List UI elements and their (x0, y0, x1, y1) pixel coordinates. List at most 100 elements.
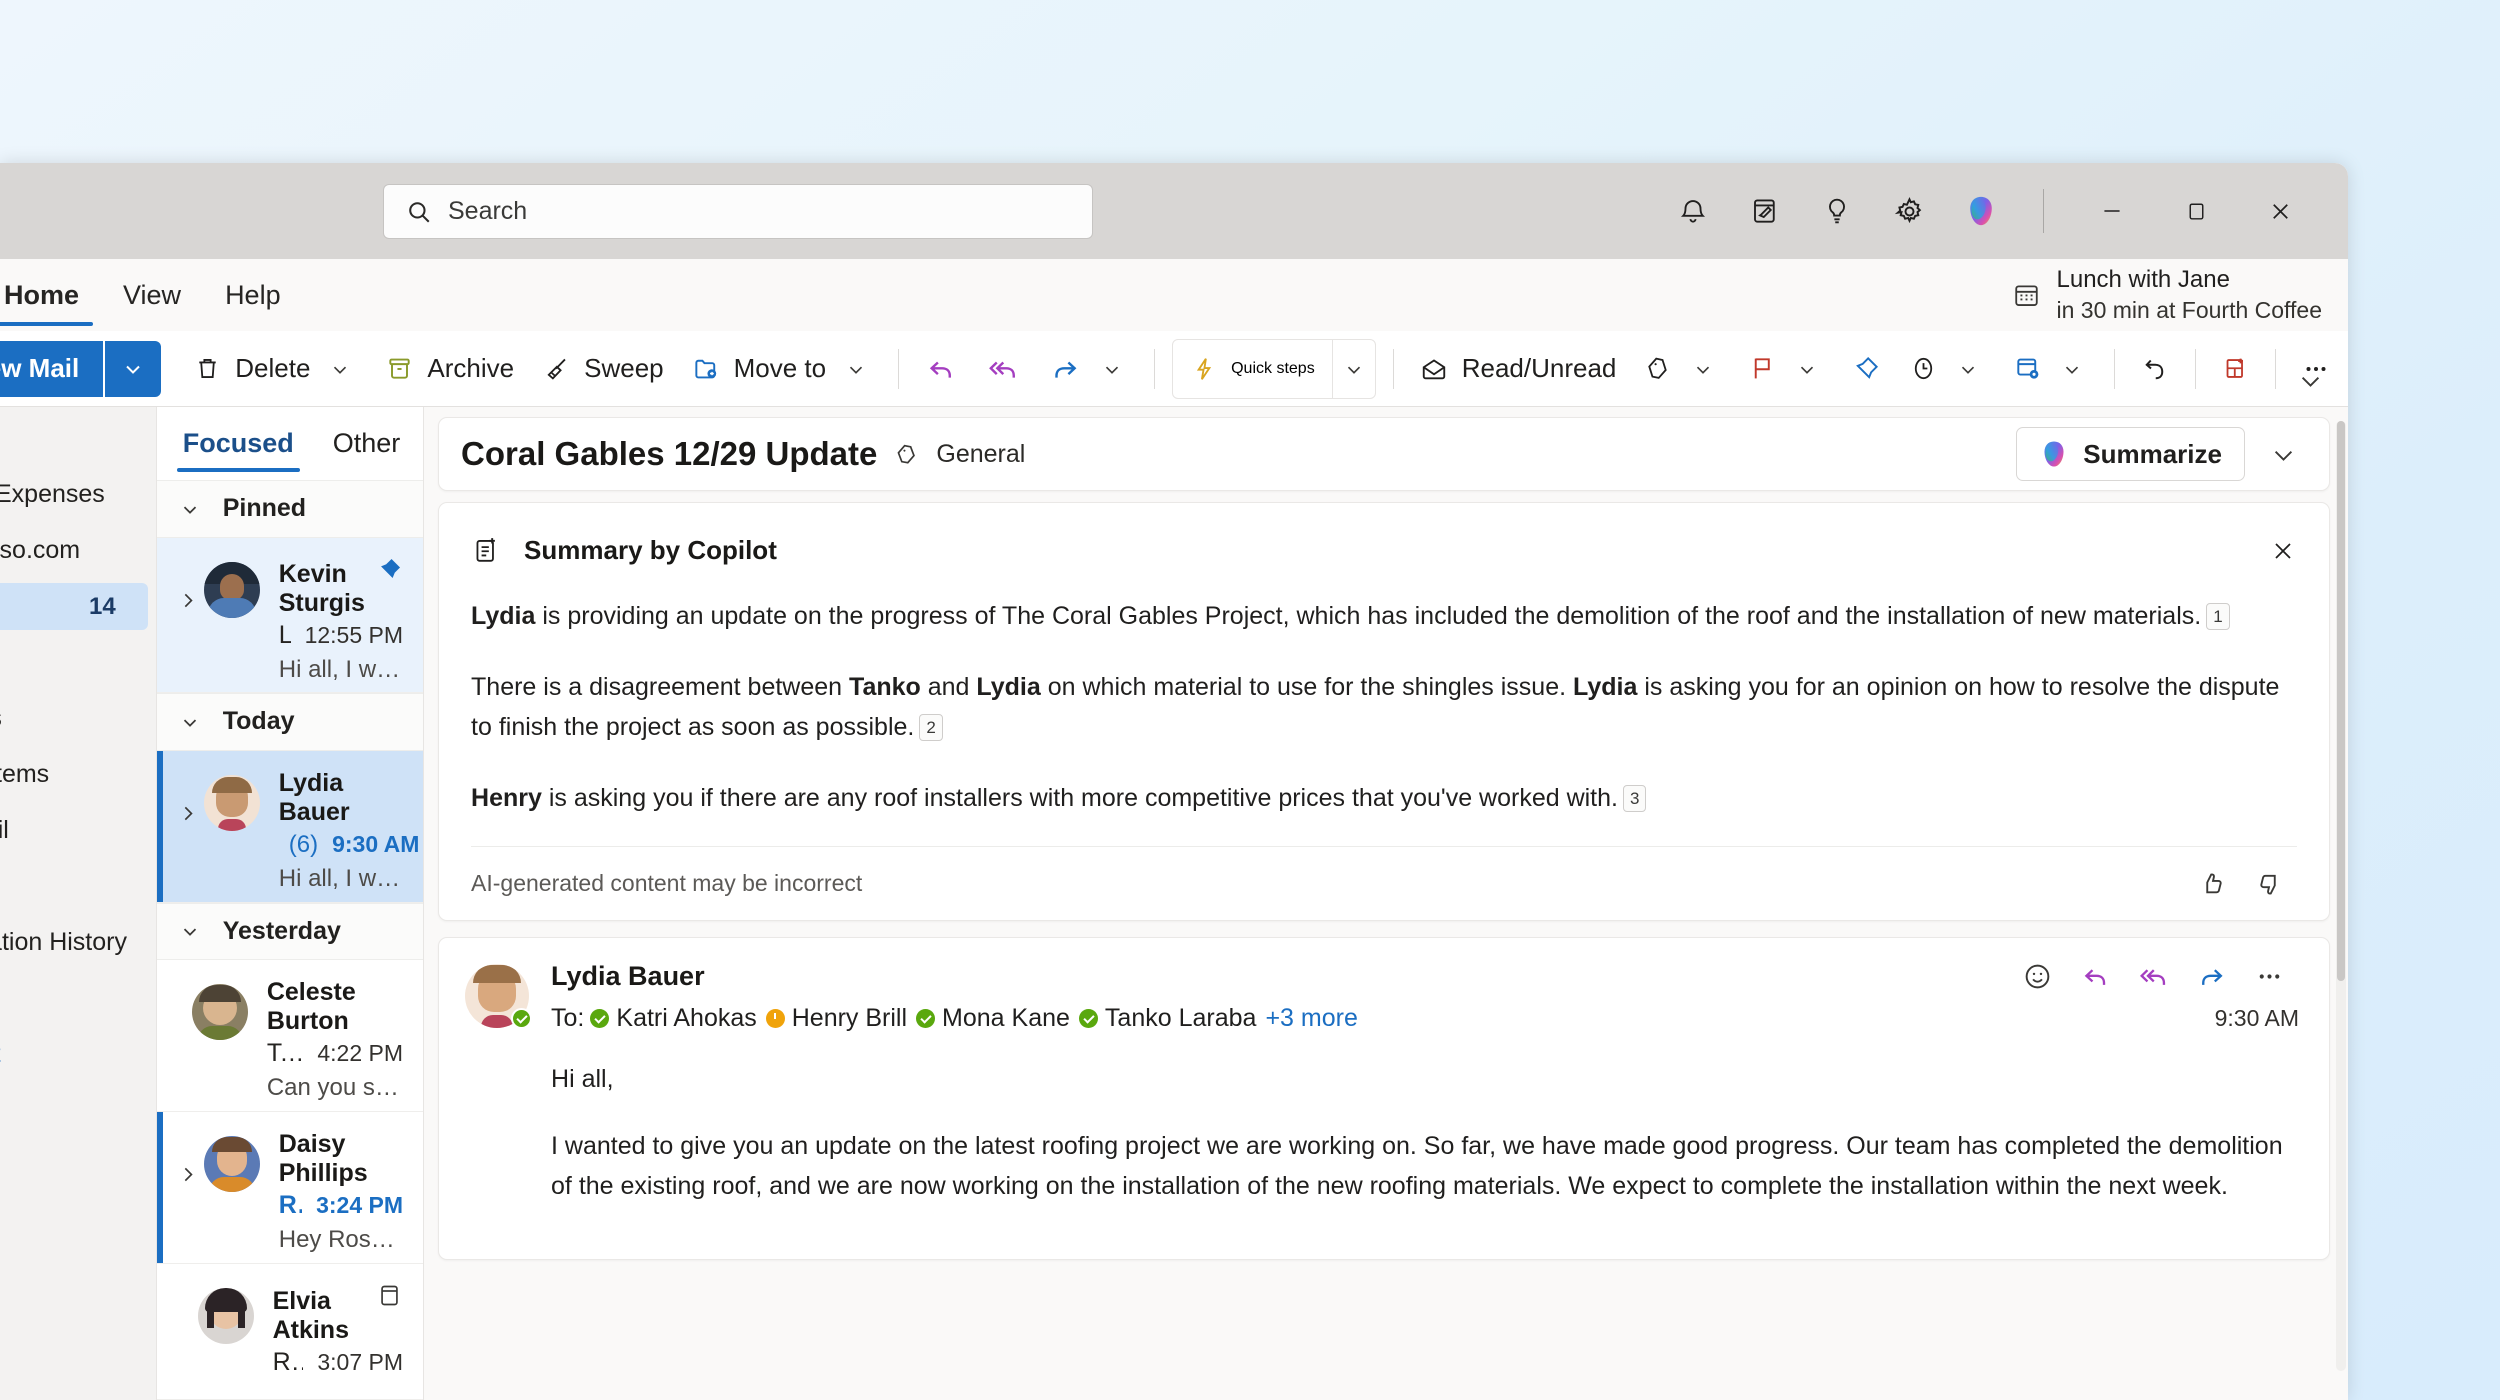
thumbs-up-icon[interactable] (2185, 869, 2241, 899)
pivot-focused[interactable]: Focused (176, 407, 300, 480)
sidebar-item-conversation-history[interactable]: onversation History (0, 919, 148, 966)
sidebar-item-drafts[interactable]: rafts (0, 639, 148, 686)
more-icon[interactable] (2241, 961, 2299, 992)
citation-badge[interactable]: 2 (919, 714, 943, 741)
reply-all-icon[interactable] (2125, 960, 2183, 993)
archive-label: Archive (427, 353, 515, 383)
list-item[interactable]: Elvia Atkins RQC Stand-up 3:07 PM (156, 1264, 424, 1400)
group-header-yesterday[interactable]: Yesterday (156, 902, 424, 961)
recipient-chip[interactable]: Mona Kane (916, 1004, 1070, 1033)
group-header-today[interactable]: Today (156, 693, 424, 751)
forward-icon[interactable] (2183, 960, 2241, 993)
chevron-down-icon[interactable] (1095, 358, 1129, 380)
copilot-icon[interactable] (1945, 177, 2017, 245)
reply-icon[interactable] (2067, 960, 2125, 993)
subject: Tomorrow's Sync (266, 1039, 304, 1068)
reply-button[interactable] (910, 341, 972, 397)
sidebar-item-account[interactable]: @contoso.com (0, 527, 148, 574)
addins-button[interactable] (2207, 341, 2264, 397)
sidebar-item-sent-items[interactable]: nt Items (0, 695, 148, 742)
read-unread-button[interactable]: Read/Unread (1405, 341, 1631, 397)
pin-icon (1852, 354, 1881, 383)
list-item[interactable]: Kevin Sturgis Lot #192 Progress 12:55 PM… (156, 537, 424, 694)
sender-name: Celeste Burton (266, 978, 356, 1036)
rules-button[interactable] (1999, 341, 2103, 397)
presence-available-icon (916, 1009, 936, 1028)
bell-icon[interactable] (1657, 177, 1729, 245)
tab-help[interactable]: Help (203, 259, 303, 331)
pivot-other[interactable]: Other (327, 407, 407, 480)
expand-thread-icon[interactable] (177, 769, 198, 884)
archive-button[interactable]: Archive (371, 341, 528, 397)
close-button[interactable] (2238, 163, 2322, 259)
list-item[interactable]: Celeste Burton Tomorrow's Sync 4:22 PM C… (156, 960, 424, 1113)
recipient-name: Mona Kane (942, 1004, 1070, 1032)
more-recipients-link[interactable]: +3 more (1265, 1004, 1357, 1033)
chevron-down-icon[interactable] (1790, 358, 1824, 380)
tab-home[interactable]: Home (0, 259, 101, 331)
sidebar-item-contoso-expenses[interactable]: ontoso Expenses (0, 471, 148, 518)
forward-button[interactable] (1034, 341, 1143, 397)
sweep-button[interactable]: Sweep (528, 341, 678, 397)
recipient-name: Katri Ahokas (616, 1004, 757, 1032)
meeting-reminder[interactable]: Lunch with Jane in 30 min at Fourth Coff… (2012, 265, 2322, 325)
chevron-down-icon[interactable] (2055, 358, 2089, 380)
presence-available-icon (1078, 1009, 1098, 1028)
reading-pane-expand-icon[interactable] (2261, 441, 2307, 468)
recipient-chip[interactable]: Tanko Laraba (1078, 1004, 1256, 1033)
tab-view[interactable]: View (101, 259, 203, 331)
group-header-pinned[interactable]: Pinned (156, 480, 424, 538)
recipient-chip[interactable]: Henry Brill (765, 1004, 907, 1033)
summarize-button[interactable]: Summarize (2016, 427, 2245, 481)
sidebar-item-add-account[interactable]: account (0, 1031, 148, 1078)
move-to-button[interactable]: Move to (678, 341, 888, 397)
list-item[interactable]: Lydia Bauer Coral Gables Project Update … (156, 750, 424, 903)
new-mail-button[interactable]: New Mail (0, 340, 162, 397)
sidebar-item-groups[interactable]: roups (0, 975, 148, 1022)
ai-disclaimer: AI-generated content may be incorrect (471, 870, 863, 896)
gear-icon[interactable] (1873, 177, 1945, 245)
expand-thread-icon[interactable] (177, 1130, 198, 1245)
recipient-chip[interactable]: Katri Ahokas (590, 1004, 757, 1033)
sidebar-item-inbox[interactable]: box 14 (0, 583, 148, 630)
citation-badge[interactable]: 1 (2206, 603, 2230, 630)
chevron-down-icon[interactable] (323, 358, 357, 380)
citation-badge[interactable]: 3 (1622, 784, 1647, 812)
reply-all-button[interactable] (972, 341, 1034, 397)
chevron-down-icon (179, 711, 201, 733)
sidebar-item-junk-email[interactable]: nk Email (0, 807, 148, 854)
chevron-down-icon[interactable] (1686, 358, 1720, 380)
chevron-down-icon (179, 920, 201, 942)
scrollbar-thumb[interactable] (2336, 421, 2345, 981)
sidebar-item-archive[interactable]: rchive (0, 863, 148, 910)
inbox-unread-count: 14 (89, 592, 116, 620)
sidebar-item-favorites[interactable]: tes (0, 415, 148, 462)
chevron-down-icon[interactable] (1951, 358, 1985, 380)
snooze-button[interactable] (1895, 341, 1999, 397)
new-mail-caret[interactable] (105, 340, 162, 397)
delete-button[interactable]: Delete (179, 341, 371, 397)
quick-steps-caret[interactable] (1333, 340, 1375, 398)
close-icon[interactable] (2269, 537, 2297, 565)
pin-button[interactable] (1838, 341, 1895, 397)
ribbon-expand-button[interactable] (2286, 356, 2334, 404)
react-emoji-icon[interactable] (2009, 961, 2067, 992)
sidebar-item-deleted-items[interactable]: eleted Items (0, 751, 148, 798)
quick-steps-button[interactable]: Quick steps (1172, 338, 1376, 399)
list-item[interactable]: Daisy Phillips Roofing Materials Deliver… (156, 1112, 424, 1264)
sender-name: Lydia Bauer (278, 768, 350, 826)
reading-pane-scrollbar[interactable] (2335, 421, 2346, 1371)
expand-thread-icon[interactable] (177, 556, 198, 675)
thumbs-down-icon[interactable] (2241, 869, 2297, 899)
flag-button[interactable] (1734, 341, 1838, 397)
avatar[interactable] (465, 964, 533, 1029)
note-edit-icon[interactable] (1729, 177, 1801, 245)
chevron-down-icon[interactable] (839, 358, 873, 380)
search-input[interactable]: Search (383, 184, 1093, 239)
pin-icon (365, 556, 403, 582)
minimize-button[interactable] (2070, 163, 2154, 259)
undo-button[interactable] (2126, 341, 2184, 397)
categorize-button[interactable] (1630, 341, 1734, 397)
maximize-button[interactable] (2154, 163, 2238, 259)
lightbulb-icon[interactable] (1801, 177, 1873, 245)
